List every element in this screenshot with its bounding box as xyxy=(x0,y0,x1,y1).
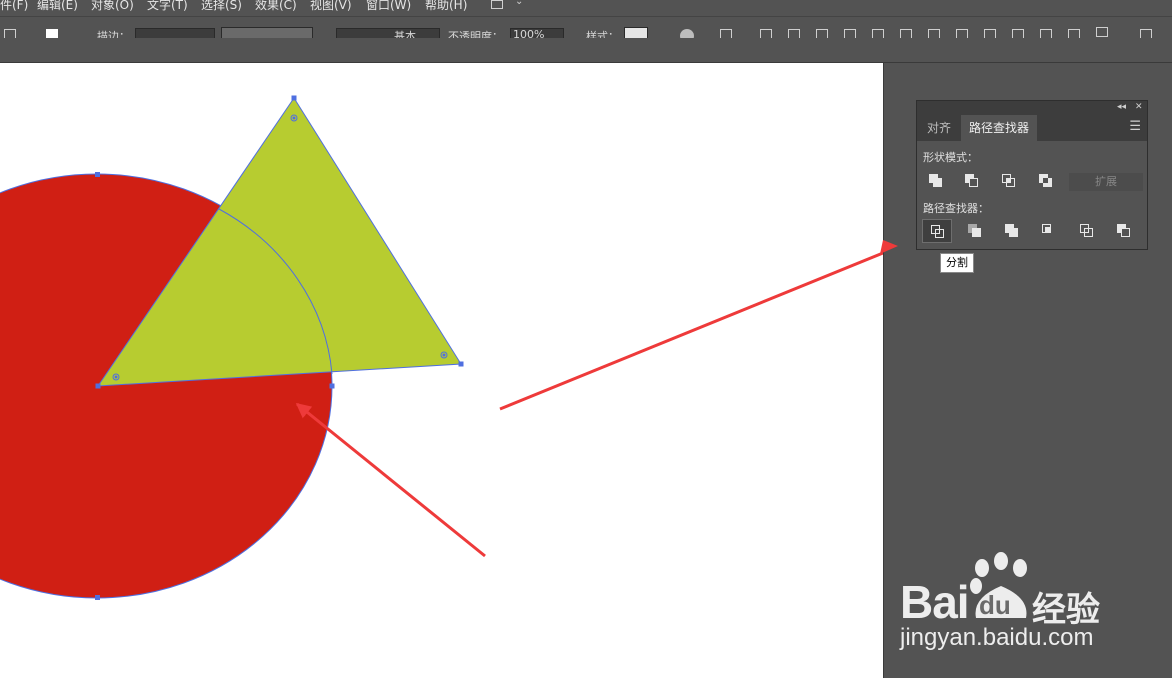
tab-pathfinder[interactable]: 路径查找器 xyxy=(961,115,1038,141)
watermark-brand: Bai xyxy=(900,576,970,628)
menu-bar: 件(F) 编辑(E) 对象(O) 文字(T) 选择(S) 效果(C) 视图(V)… xyxy=(0,0,1172,16)
layout-switcher-icon[interactable] xyxy=(491,0,503,9)
close-icon[interactable]: ✕ xyxy=(1135,102,1143,112)
outline-button[interactable] xyxy=(1072,219,1102,243)
menu-edit[interactable]: 编辑(E) xyxy=(37,0,78,13)
unite-button[interactable] xyxy=(921,169,951,193)
minus-front-button[interactable] xyxy=(957,169,987,193)
exclude-button[interactable] xyxy=(1031,169,1061,193)
panel-title-strip: ◂◂ ✕ xyxy=(917,101,1147,115)
divide-tooltip: 分割 xyxy=(940,253,974,273)
menu-select[interactable]: 选择(S) xyxy=(201,0,242,13)
minus-back-button[interactable] xyxy=(1109,219,1139,243)
menu-type[interactable]: 文字(T) xyxy=(147,0,188,13)
merge-button[interactable] xyxy=(997,219,1027,243)
document-tab-strip xyxy=(0,38,1172,63)
menu-help[interactable]: 帮助(H) xyxy=(425,0,467,13)
pathfinder-panel: ◂◂ ✕ 对齐 路径查找器 ☰ 形状模式： 扩展 路径查找器： xyxy=(916,100,1148,250)
artboard-canvas[interactable] xyxy=(0,63,883,678)
transform-icon[interactable] xyxy=(1096,27,1108,37)
divide-button[interactable] xyxy=(922,219,952,243)
menu-window[interactable]: 窗口(W) xyxy=(366,0,411,13)
panel-tabs: 对齐 路径查找器 ☰ xyxy=(917,115,1147,141)
control-toolbar: 描边： 基本 不透明度： 100% 样式： xyxy=(0,16,1172,39)
intersect-button[interactable] xyxy=(994,169,1024,193)
annotation-arrow-to-panel xyxy=(499,251,883,411)
pathfinders-label: 路径查找器： xyxy=(923,202,989,215)
tab-align[interactable]: 对齐 xyxy=(919,115,959,141)
arrowhead-icon xyxy=(880,240,898,254)
menu-effect[interactable]: 效果(C) xyxy=(255,0,297,13)
shape-modes-label: 形状模式： xyxy=(923,151,978,164)
menu-object[interactable]: 对象(O) xyxy=(91,0,134,13)
menu-file[interactable]: 件(F) xyxy=(0,0,28,13)
watermark-du: du xyxy=(979,590,1011,620)
artwork xyxy=(0,95,883,600)
watermark-url: jingyan.baidu.com xyxy=(900,624,1094,651)
menu-view[interactable]: 视图(V) xyxy=(310,0,352,13)
expand-button[interactable]: 扩展 xyxy=(1069,173,1143,191)
trim-button[interactable] xyxy=(960,219,990,243)
collapse-icon[interactable]: ◂◂ xyxy=(1117,102,1126,112)
panel-menu-icon[interactable]: ☰ xyxy=(1129,119,1141,134)
crop-button[interactable] xyxy=(1034,219,1064,243)
chevron-down-icon[interactable]: ⌄ xyxy=(515,0,523,7)
annotation-arrow-to-shapes xyxy=(295,402,486,558)
